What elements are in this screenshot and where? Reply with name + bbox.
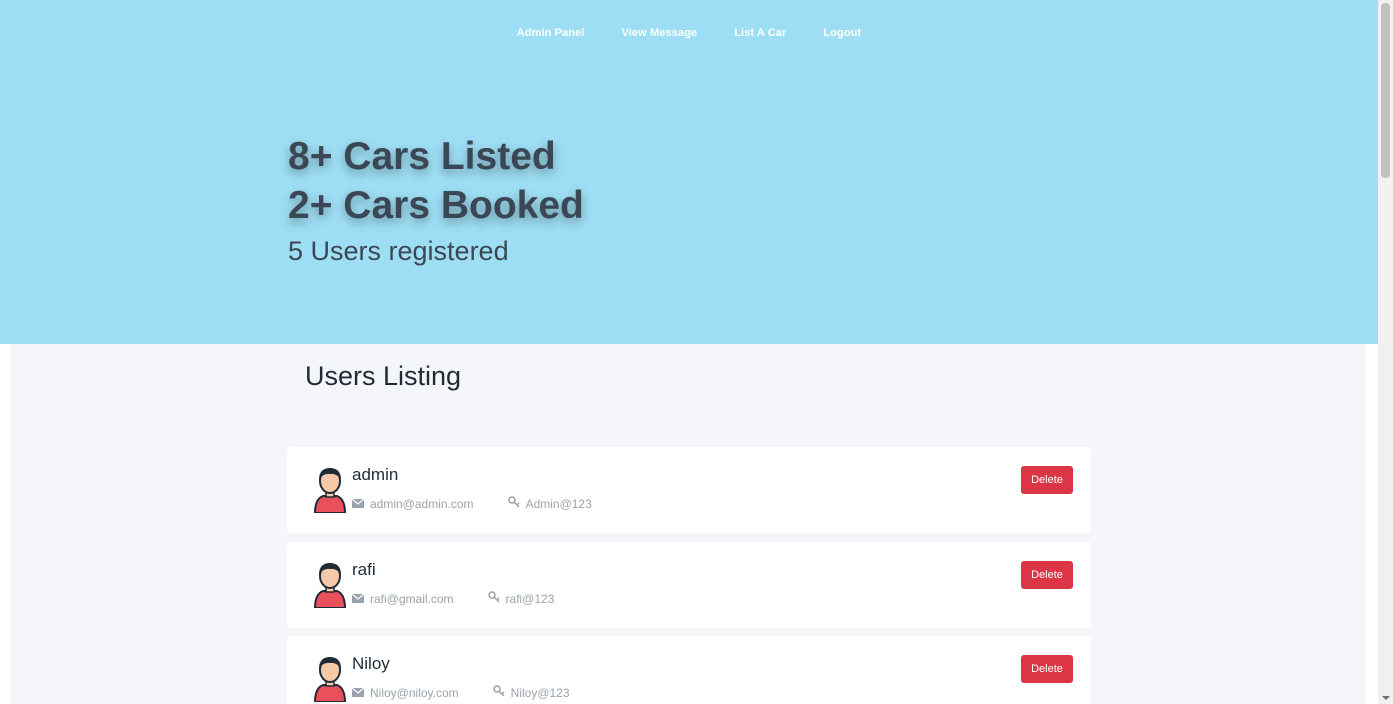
scrollbar-thumb[interactable]	[1381, 3, 1390, 178]
nav-view-message[interactable]: View Message	[622, 27, 698, 39]
stat-cars-listed: 8+ Cars Listed	[288, 135, 556, 178]
user-email: rafi@gmail.com	[370, 591, 454, 606]
stats-block: 8+ Cars Listed 2+ Cars Booked 5 Users re…	[288, 132, 584, 270]
user-email: Niloy@niloy.com	[370, 685, 459, 700]
user-avatar-icon	[313, 468, 347, 513]
user-name: rafi	[352, 560, 376, 579]
nav-list-a-car[interactable]: List A Car	[734, 27, 786, 39]
key-icon	[487, 591, 500, 606]
user-card: admin admin@admin.com Admin@123 Delete	[287, 447, 1091, 533]
key-icon	[492, 685, 505, 700]
delete-user-button[interactable]: Delete	[1021, 466, 1073, 494]
envelope-icon	[351, 497, 365, 511]
user-meta: rafi@gmail.com rafi@123	[351, 591, 555, 606]
user-password: Admin@123	[525, 496, 592, 511]
user-meta: Niloy@niloy.com Niloy@123	[351, 685, 570, 700]
user-password: rafi@123	[505, 591, 555, 606]
scroll-down-arrow-icon[interactable]	[1382, 696, 1390, 700]
user-meta: admin@admin.com Admin@123	[351, 496, 592, 511]
section-title: Users Listing	[305, 361, 462, 391]
user-avatar-icon	[313, 563, 347, 608]
delete-user-button[interactable]: Delete	[1021, 561, 1073, 589]
user-avatar-icon	[313, 657, 347, 702]
top-nav: Admin Panel View Message List A Car Logo…	[0, 27, 1378, 39]
main-content: Users Listing admin admin@admin.com Admi…	[11, 344, 1366, 704]
envelope-icon	[351, 686, 365, 700]
vertical-scrollbar[interactable]	[1378, 0, 1393, 704]
user-card: rafi rafi@gmail.com rafi@123 Delete	[287, 542, 1091, 628]
envelope-icon	[351, 592, 365, 606]
page: Admin Panel View Message List A Car Logo…	[0, 0, 1378, 704]
hero-header: Admin Panel View Message List A Car Logo…	[0, 0, 1378, 344]
nav-admin-panel[interactable]: Admin Panel	[517, 27, 585, 39]
stat-users-registered: 5 Users registered	[288, 236, 509, 266]
user-name: admin	[352, 465, 399, 484]
key-icon	[507, 496, 520, 511]
stat-cars-booked: 2+ Cars Booked	[288, 184, 584, 227]
user-card: Niloy Niloy@niloy.com Niloy@123 Delete	[287, 636, 1091, 704]
delete-user-button[interactable]: Delete	[1021, 655, 1073, 683]
user-email: admin@admin.com	[370, 496, 474, 511]
user-name: Niloy	[352, 654, 390, 673]
user-password: Niloy@123	[510, 685, 570, 700]
nav-logout[interactable]: Logout	[823, 27, 861, 39]
